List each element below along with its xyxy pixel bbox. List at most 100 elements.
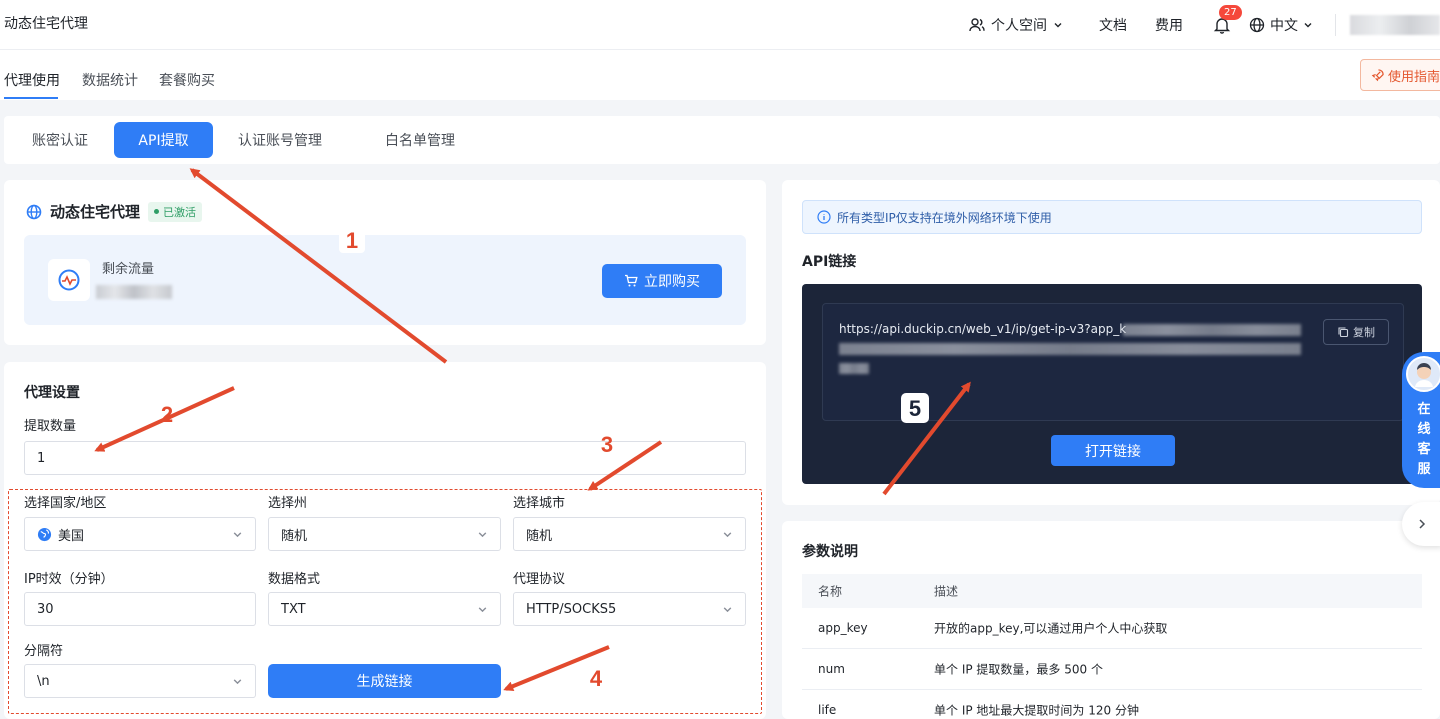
- settings-title: 代理设置: [24, 385, 80, 401]
- top-right-actions: 个人空间 文档 费用 27 中文: [969, 0, 1440, 50]
- language-selector[interactable]: 中文: [1249, 15, 1313, 35]
- traffic-label: 剩余流量: [102, 262, 155, 277]
- params-panel: 参数说明 名称 描述 app_key 开放的app_key,可以通过用户个人中心…: [782, 521, 1440, 719]
- agent-avatar-icon: [1406, 356, 1440, 392]
- chevron-down-icon: [1304, 23, 1312, 28]
- tab-data-stats[interactable]: 数据统计: [82, 70, 138, 90]
- expand-button[interactable]: [1402, 502, 1440, 546]
- api-link-container: https://api.duckip.cn/web_v1/ip/get-ip-v…: [802, 284, 1422, 484]
- fees-link[interactable]: 费用: [1155, 15, 1183, 35]
- api-link-title: API链接: [802, 254, 857, 270]
- product-panel: 动态住宅代理 已激活 剩余流量 立即购买: [4, 180, 766, 345]
- country-value: 美国: [58, 528, 85, 544]
- api-link-panel: 所有类型IP仅支持在境外网络环境下使用 API链接 https://api.du…: [782, 180, 1440, 505]
- chevron-right-icon: [1419, 519, 1426, 529]
- api-url-text: https://api.duckip.cn/web_v1/ip/get-ip-v…: [839, 322, 1127, 336]
- data-format-select[interactable]: TXT: [268, 592, 501, 626]
- chevron-down-icon: [478, 532, 487, 538]
- tab-auth-account-manage[interactable]: 认证账号管理: [224, 122, 336, 158]
- state-label: 选择州: [268, 496, 308, 511]
- tab-account-password[interactable]: 账密认证: [14, 122, 106, 158]
- api-url-blurred-1: [1123, 324, 1301, 336]
- notification-button[interactable]: 27: [1211, 5, 1242, 36]
- table-row: app_key 开放的app_key,可以通过用户个人中心获取: [802, 608, 1422, 649]
- param-name: num: [818, 662, 845, 676]
- rocket-icon: [1371, 68, 1384, 81]
- param-desc: 开放的app_key,可以通过用户个人中心获取: [934, 621, 1168, 636]
- state-select[interactable]: 随机: [268, 517, 501, 551]
- ip-ttl-input[interactable]: 30: [24, 592, 256, 626]
- product-title: 动态住宅代理: [50, 203, 141, 221]
- header-desc: 描述: [934, 584, 959, 599]
- personal-space-menu[interactable]: 个人空间: [969, 15, 1063, 35]
- copy-icon: [1338, 327, 1349, 338]
- network-notice-text: 所有类型IP仅支持在境外网络环境下使用: [837, 210, 1052, 225]
- language-label: 中文: [1270, 18, 1298, 34]
- auth-mode-tabs: 账密认证 API提取 认证账号管理 白名单管理: [4, 116, 1440, 164]
- notification-badge: 27: [1219, 5, 1242, 20]
- param-name: life: [818, 703, 837, 717]
- api-url-box[interactable]: https://api.duckip.cn/web_v1/ip/get-ip-v…: [822, 303, 1404, 421]
- params-table: 名称 描述 app_key 开放的app_key,可以通过用户个人中心获取 nu…: [802, 574, 1422, 719]
- chevron-down-icon: [478, 607, 487, 613]
- usage-guide-label: 使用指南: [1388, 69, 1440, 85]
- buy-now-button[interactable]: 立即购买: [602, 264, 722, 298]
- table-row: life 单个 IP 地址最大提取时间为 120 分钟: [802, 690, 1422, 719]
- data-format-value: TXT: [281, 601, 306, 617]
- ip-ttl-label: IP时效（分钟）: [24, 572, 114, 587]
- country-select[interactable]: 美国: [24, 517, 256, 551]
- globe-icon: [1249, 17, 1265, 33]
- chevron-down-icon: [723, 607, 732, 613]
- city-select[interactable]: 随机: [513, 517, 746, 551]
- open-link-button[interactable]: 打开链接: [1051, 435, 1175, 466]
- separator-value: \n: [37, 673, 50, 689]
- table-row: num 单个 IP 提取数量，最多 500 个: [802, 649, 1422, 690]
- chevron-down-icon: [233, 679, 242, 685]
- api-url-blurred-2: [839, 343, 1301, 355]
- top-bar: 动态住宅代理 个人空间 文档 费用 27 中文: [0, 0, 1440, 50]
- state-value: 随机: [281, 528, 308, 544]
- separator-label: 分隔符: [24, 644, 64, 659]
- chevron-down-icon: [233, 532, 242, 538]
- online-service-text: 在线客服: [1417, 402, 1431, 477]
- protocol-select[interactable]: HTTP/SOCKS5: [513, 592, 746, 626]
- header-name: 名称: [818, 584, 843, 599]
- param-desc: 单个 IP 提取数量，最多 500 个: [934, 662, 1103, 677]
- docs-link[interactable]: 文档: [1099, 15, 1127, 35]
- user-account-blurred[interactable]: [1350, 15, 1440, 35]
- personal-space-label: 个人空间: [991, 18, 1047, 34]
- data-format-label: 数据格式: [268, 572, 321, 587]
- protocol-value: HTTP/SOCKS5: [526, 601, 617, 617]
- chevron-down-icon: [723, 532, 732, 538]
- info-icon: [817, 210, 831, 224]
- api-url-blurred-3: [839, 363, 869, 374]
- network-notice: 所有类型IP仅支持在境外网络环境下使用: [802, 200, 1422, 234]
- copy-button[interactable]: 复制: [1323, 319, 1389, 345]
- city-value: 随机: [526, 528, 553, 544]
- generate-link-button[interactable]: 生成链接: [268, 664, 501, 698]
- user-group-icon: [969, 18, 985, 32]
- online-service-widget[interactable]: 在线客服: [1402, 352, 1440, 488]
- section-nav: 代理使用 数据统计 套餐购买 使用指南: [0, 50, 1440, 100]
- proxy-settings-panel: 代理设置 提取数量 1 选择国家/地区 美国 选择州 随机 选择城市 随机 IP…: [4, 362, 766, 719]
- quantity-input[interactable]: 1: [24, 441, 746, 475]
- earth-flag-icon: [37, 527, 52, 541]
- traffic-card: 剩余流量 立即购买: [24, 235, 746, 325]
- separator-select[interactable]: \n: [24, 664, 256, 698]
- tab-whitelist-manage[interactable]: 白名单管理: [360, 122, 480, 158]
- tab-package-purchase[interactable]: 套餐购买: [159, 70, 215, 90]
- active-tab-underline: [4, 97, 58, 99]
- protocol-label: 代理协议: [513, 572, 566, 587]
- city-label: 选择城市: [513, 496, 566, 511]
- copy-label: 复制: [1353, 326, 1375, 339]
- traffic-value-blurred: [96, 285, 172, 299]
- chevron-down-icon: [1054, 23, 1062, 28]
- tab-proxy-usage[interactable]: 代理使用: [4, 70, 60, 90]
- divider: [1335, 14, 1336, 36]
- quantity-label: 提取数量: [24, 419, 77, 434]
- params-title: 参数说明: [802, 544, 858, 560]
- globe-icon: [26, 204, 42, 219]
- tab-api-extract[interactable]: API提取: [114, 122, 213, 158]
- usage-guide-button[interactable]: 使用指南: [1360, 59, 1440, 91]
- country-label: 选择国家/地区: [24, 496, 107, 511]
